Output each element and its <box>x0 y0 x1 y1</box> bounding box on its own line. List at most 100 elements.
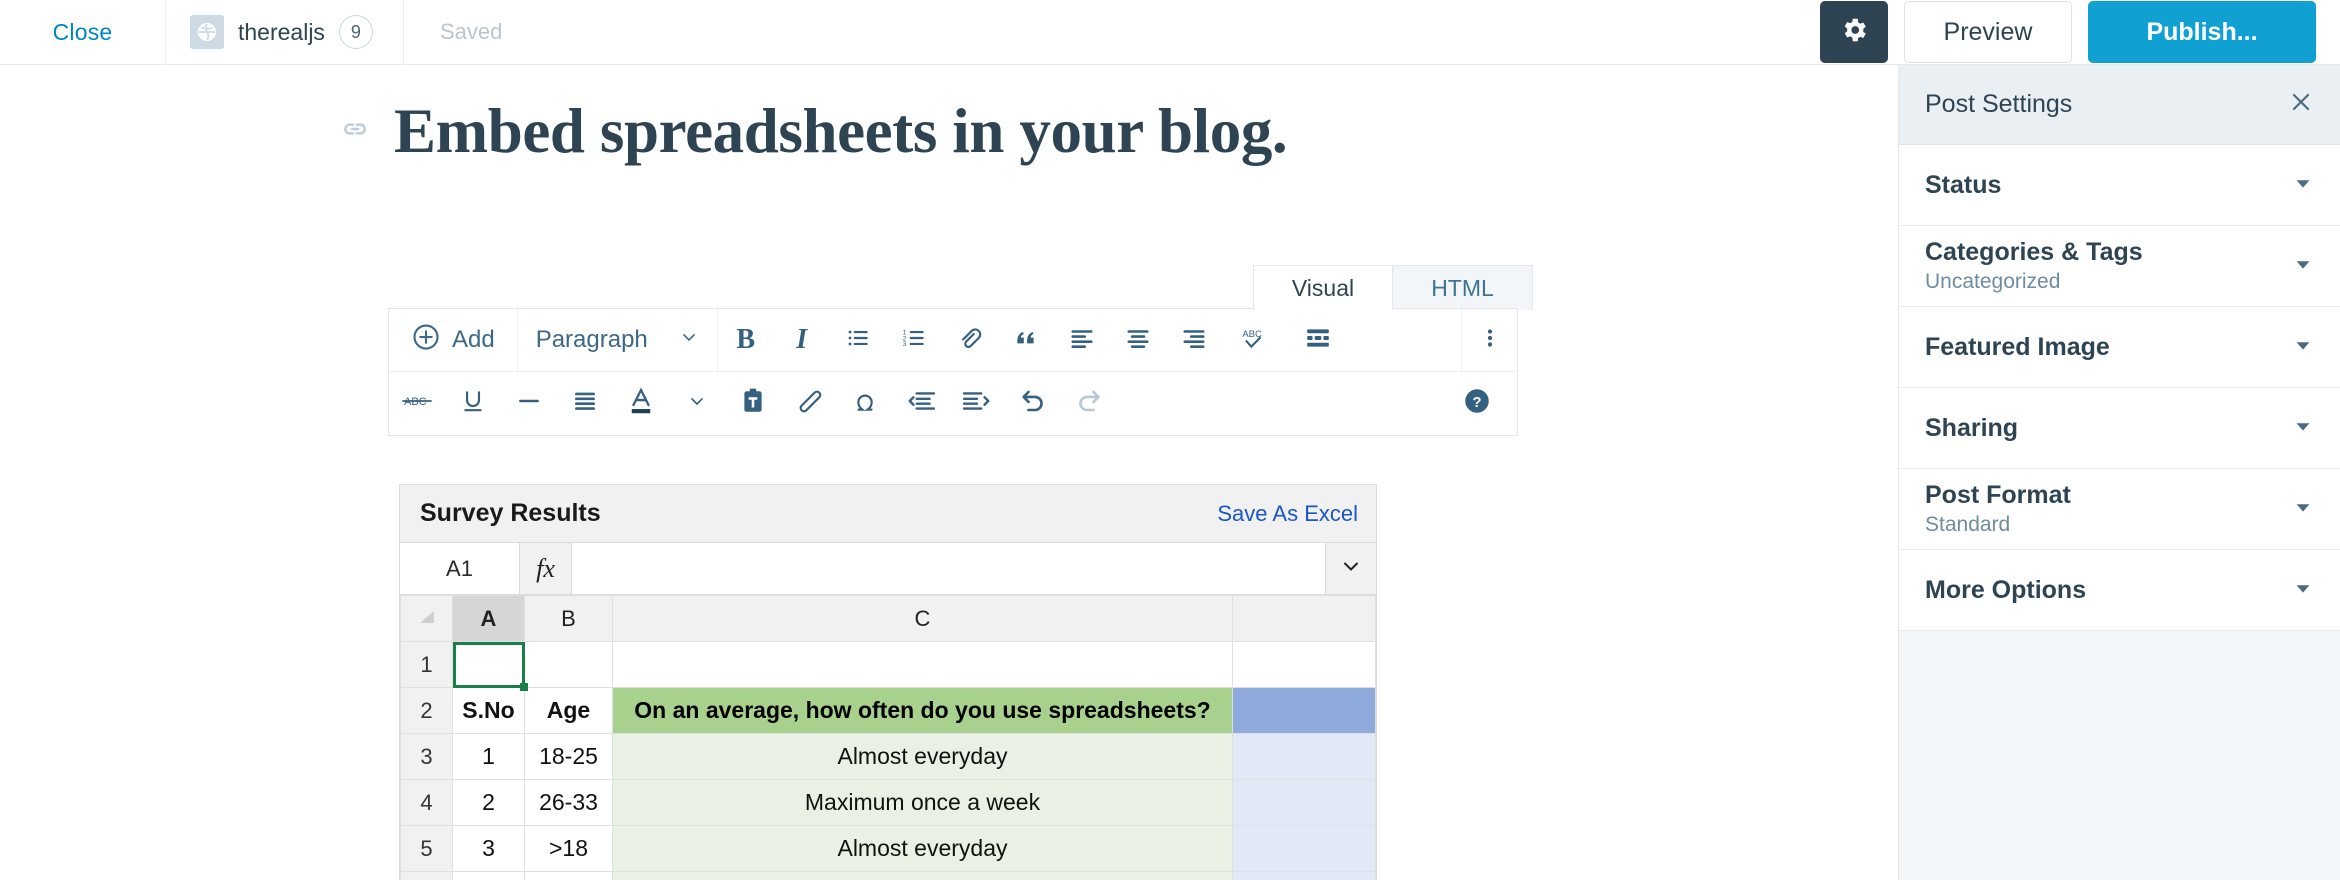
clear-formatting-button[interactable] <box>781 372 837 435</box>
cell-c2[interactable]: On an average, how often do you use spre… <box>613 688 1233 734</box>
row-header-5[interactable]: 5 <box>401 826 453 872</box>
cell-b2[interactable]: Age <box>525 688 613 734</box>
formula-input[interactable] <box>572 543 1326 594</box>
horizontal-rule-button[interactable] <box>501 372 557 435</box>
row-header-6[interactable]: 6 <box>401 872 453 880</box>
row-header-1[interactable]: 1 <box>401 642 453 688</box>
close-button[interactable]: Close <box>0 0 166 65</box>
toolbar-overflow-button[interactable] <box>1461 309 1517 372</box>
special-character-button[interactable] <box>837 372 893 435</box>
toolbar-row-2: ABC <box>389 372 1517 435</box>
paste-as-text-button[interactable] <box>725 372 781 435</box>
cell-b5[interactable]: >18 <box>525 826 613 872</box>
table-row[interactable]: 4 2 26-33 Maximum once a week <box>401 780 1376 826</box>
preview-button[interactable]: Preview <box>1904 1 2072 63</box>
cell-a2[interactable]: S.No <box>453 688 525 734</box>
add-block-button[interactable]: Add <box>389 309 518 372</box>
chevron-down-icon <box>2292 172 2314 199</box>
insert-link-button[interactable] <box>942 309 998 372</box>
row-header-4[interactable]: 4 <box>401 780 453 826</box>
cell-c1[interactable] <box>613 642 1233 688</box>
cell-d1[interactable] <box>1233 642 1376 688</box>
spreadsheet-grid[interactable]: A B C 1 2 S.No Age On an average, how <box>400 595 1376 880</box>
spellcheck-button[interactable]: ABC <box>1222 309 1286 372</box>
bulleted-list-button[interactable] <box>830 309 886 372</box>
outdent-button[interactable] <box>893 372 949 435</box>
sidebar-item-status[interactable]: Status <box>1899 145 2340 226</box>
cell-b3[interactable]: 18-25 <box>525 734 613 780</box>
cell-b6[interactable]: >18 <box>525 872 613 880</box>
tab-visual[interactable]: Visual <box>1253 265 1393 310</box>
underline-button[interactable] <box>445 372 501 435</box>
text-color-button[interactable] <box>613 372 669 435</box>
cell-b4[interactable]: 26-33 <box>525 780 613 826</box>
cell-c5[interactable]: Almost everyday <box>613 826 1233 872</box>
cell-d4[interactable] <box>1233 780 1376 826</box>
cell-c6[interactable]: Minimum once a week <box>613 872 1233 880</box>
column-header-b[interactable]: B <box>525 596 613 642</box>
italic-button[interactable]: I <box>774 309 830 372</box>
align-center-button[interactable] <box>1110 309 1166 372</box>
cell-d3[interactable] <box>1233 734 1376 780</box>
indent-button[interactable] <box>949 372 1005 435</box>
table-row[interactable]: 2 S.No Age On an average, how often do y… <box>401 688 1376 734</box>
sidebar-item-more-options[interactable]: More Options <box>1899 550 2340 631</box>
blockquote-button[interactable] <box>998 309 1054 372</box>
select-all-corner[interactable] <box>401 596 453 642</box>
cell-c4[interactable]: Maximum once a week <box>613 780 1233 826</box>
column-header-a[interactable]: A <box>453 596 525 642</box>
close-icon[interactable] <box>2288 89 2314 120</box>
table-row[interactable]: 3 1 18-25 Almost everyday <box>401 734 1376 780</box>
cell-c3[interactable]: Almost everyday <box>613 734 1233 780</box>
sidebar-item-label: Post Format <box>1925 481 2071 510</box>
insert-read-more-button[interactable] <box>1286 309 1350 372</box>
numbered-list-button[interactable]: 1 2 3 <box>886 309 942 372</box>
cell-d2[interactable] <box>1233 688 1376 734</box>
sidebar-item-sharing[interactable]: Sharing <box>1899 388 2340 469</box>
strikethrough-button[interactable]: ABC <box>389 372 445 435</box>
align-right-button[interactable] <box>1166 309 1222 372</box>
cell-d6[interactable] <box>1233 872 1376 880</box>
notification-count-badge[interactable]: 9 <box>339 15 373 49</box>
cell-a6[interactable]: 4 <box>453 872 525 880</box>
save-as-excel-link[interactable]: Save As Excel <box>1217 501 1358 527</box>
tab-html[interactable]: HTML <box>1393 265 1533 310</box>
paragraph-format-select[interactable]: Paragraph <box>518 309 718 372</box>
page-title[interactable]: Embed spreadsheets in your blog. <box>394 95 1287 168</box>
table-row[interactable]: 1 <box>401 642 1376 688</box>
undo-button[interactable] <box>1005 372 1061 435</box>
text-color-dropdown-button[interactable] <box>669 372 725 435</box>
sidebar-item-post-format[interactable]: Post Format Standard <box>1899 469 2340 550</box>
formula-expand-button[interactable] <box>1326 543 1376 594</box>
justify-button[interactable] <box>557 372 613 435</box>
chevron-down-icon <box>2292 253 2314 280</box>
row-header-3[interactable]: 3 <box>401 734 453 780</box>
cell-a3[interactable]: 1 <box>453 734 525 780</box>
redo-button[interactable] <box>1061 372 1117 435</box>
cell-a1[interactable] <box>453 642 525 688</box>
sidebar-item-categories-tags[interactable]: Categories & Tags Uncategorized <box>1899 226 2340 307</box>
column-header-d[interactable] <box>1233 596 1376 642</box>
sidebar-item-featured-image[interactable]: Featured Image <box>1899 307 2340 388</box>
link-icon <box>340 114 370 149</box>
table-row[interactable]: 6 4 >18 Minimum once a week <box>401 872 1376 880</box>
row-header-2[interactable]: 2 <box>401 688 453 734</box>
settings-button[interactable] <box>1820 1 1888 63</box>
editor-toolbar: Add Paragraph B I <box>388 308 1518 436</box>
publish-button[interactable]: Publish... <box>2088 1 2316 63</box>
spreadsheet-title: Survey Results <box>420 499 601 528</box>
cell-a4[interactable]: 2 <box>453 780 525 826</box>
fx-label[interactable]: fx <box>520 543 572 594</box>
cell-a5[interactable]: 3 <box>453 826 525 872</box>
chevron-down-icon <box>2292 496 2314 523</box>
cell-b1[interactable] <box>525 642 613 688</box>
bold-icon: B <box>736 324 755 356</box>
align-left-button[interactable] <box>1054 309 1110 372</box>
site-selector[interactable]: therealjs 9 <box>166 0 404 65</box>
bold-button[interactable]: B <box>718 309 774 372</box>
cell-d5[interactable] <box>1233 826 1376 872</box>
column-header-c[interactable]: C <box>613 596 1233 642</box>
name-box[interactable]: A1 <box>400 543 520 594</box>
table-row[interactable]: 5 3 >18 Almost everyday <box>401 826 1376 872</box>
help-button[interactable]: ? <box>1449 372 1505 435</box>
